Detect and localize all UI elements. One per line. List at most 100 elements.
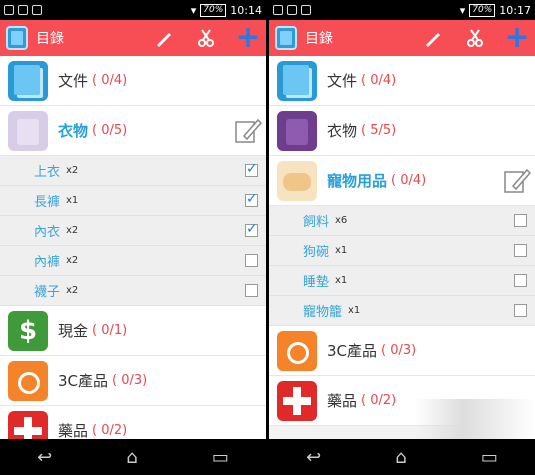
- category-count: ( 0/2): [92, 423, 128, 438]
- item-checkbox[interactable]: [245, 161, 258, 177]
- battery-icon: 70%: [469, 3, 496, 17]
- category-documents[interactable]: 文件 ( 0/4): [269, 56, 535, 106]
- category-count: ( 0/3): [381, 343, 417, 358]
- status-bar: ▾ 70% 10:17: [269, 0, 535, 20]
- category-count: ( 5/5): [361, 123, 397, 138]
- status-time: 10:14: [230, 3, 262, 17]
- home-icon[interactable]: ⌂: [395, 447, 406, 468]
- left-screen: ▾70%10:14 目錄 + 文件 ( 0/4) 衣物 ( 0/5) 上衣: [0, 0, 266, 475]
- battery-icon: 70%: [200, 3, 227, 17]
- pencil-icon[interactable]: [152, 26, 176, 50]
- documents-icon: [277, 60, 317, 101]
- list-item[interactable]: 飼料 x6: [269, 206, 535, 236]
- category-name: 文件: [58, 72, 89, 90]
- item-checkbox[interactable]: [514, 214, 527, 227]
- recents-icon[interactable]: ▭: [481, 447, 498, 468]
- screenshot-pair: ▾70%10:14 目錄 + 文件 ( 0/4) 衣物 ( 0/5) 上衣: [0, 0, 535, 475]
- home-icon[interactable]: ⌂: [126, 447, 137, 468]
- toolbar-title: 目錄: [305, 31, 333, 47]
- category-name: 衣物: [327, 122, 358, 140]
- edit-icon[interactable]: [503, 166, 531, 196]
- alarm-icon: [287, 5, 297, 15]
- category-count: ( 0/4): [92, 73, 128, 88]
- list-item[interactable]: 睡墊 x1: [269, 266, 535, 296]
- category-count: ( 0/5): [92, 123, 128, 138]
- list-item[interactable]: 內衣 x2: [0, 216, 266, 246]
- list-item[interactable]: 上衣 x2: [0, 156, 266, 186]
- list-item[interactable]: 襪子 x2: [0, 276, 266, 306]
- item-qty: x2: [66, 165, 79, 176]
- category-count: ( 0/4): [361, 73, 397, 88]
- blurred-overlay: [415, 399, 535, 439]
- edit-icon[interactable]: [234, 116, 262, 146]
- item-qty: x2: [66, 225, 79, 236]
- nav-bar: ↩ ⌂ ▭: [269, 439, 535, 475]
- medicine-icon: [277, 380, 317, 421]
- image-icon: [32, 5, 42, 15]
- recents-icon[interactable]: ▭: [212, 447, 229, 468]
- pet-food-icon: [277, 160, 317, 201]
- image-icon: [301, 5, 311, 15]
- category-cash[interactable]: 現金 ( 0/1): [0, 306, 266, 356]
- status-time: 10:17: [499, 3, 531, 17]
- item-checkbox[interactable]: [514, 304, 527, 317]
- item-checkbox[interactable]: [245, 221, 258, 237]
- item-checkbox[interactable]: [514, 244, 527, 257]
- item-name: 睡墊: [303, 275, 330, 290]
- documents-icon: [8, 60, 48, 101]
- list-item[interactable]: 寵物籠 x1: [269, 296, 535, 326]
- category-name: 3C產品: [58, 372, 109, 390]
- item-name: 飼料: [303, 215, 330, 230]
- app-icon[interactable]: [275, 26, 297, 50]
- wifi-icon: ▾: [190, 3, 197, 17]
- item-qty: x1: [335, 245, 348, 256]
- pencil-icon[interactable]: [421, 26, 445, 50]
- app-icon[interactable]: [6, 26, 28, 50]
- category-clothes[interactable]: 衣物 ( 0/5): [0, 106, 266, 156]
- plus-icon[interactable]: +: [504, 23, 529, 53]
- item-qty: x1: [335, 275, 348, 286]
- list-item[interactable]: 長褲 x1: [0, 186, 266, 216]
- alarm-icon: [18, 5, 28, 15]
- item-qty: x6: [335, 215, 348, 226]
- item-qty: x1: [348, 305, 361, 316]
- category-3c[interactable]: 3C產品 ( 0/3): [0, 356, 266, 406]
- status-bar: ▾ 70% 10:14: [0, 0, 266, 20]
- item-checkbox[interactable]: [245, 191, 258, 207]
- money-icon: [8, 310, 48, 351]
- item-checkbox[interactable]: [245, 254, 258, 267]
- category-name: 文件: [327, 72, 358, 90]
- category-documents[interactable]: 文件 ( 0/4): [0, 56, 266, 106]
- category-count: ( 0/2): [361, 393, 397, 408]
- item-checkbox[interactable]: [514, 274, 527, 287]
- list-item[interactable]: 內褲 x2: [0, 246, 266, 276]
- camera-icon: [8, 360, 48, 401]
- item-name: 內衣: [34, 225, 61, 240]
- shirt-icon: [8, 110, 48, 151]
- item-name: 內褲: [34, 255, 61, 270]
- item-name: 上衣: [34, 165, 61, 180]
- category-clothes[interactable]: 衣物 ( 5/5): [269, 106, 535, 156]
- category-pet-supplies[interactable]: 寵物用品 ( 0/4): [269, 156, 535, 206]
- category-name: 衣物: [58, 122, 89, 140]
- category-count: ( 0/4): [391, 173, 427, 188]
- category-name: 藥品: [327, 392, 358, 410]
- item-qty: x1: [66, 195, 79, 206]
- category-3c[interactable]: 3C產品 ( 0/3): [269, 326, 535, 376]
- category-name: 3C產品: [327, 342, 378, 360]
- back-icon[interactable]: ↩: [37, 447, 52, 468]
- item-checkbox[interactable]: [245, 284, 258, 297]
- plus-icon[interactable]: +: [235, 23, 260, 53]
- category-name: 寵物用品: [327, 172, 388, 190]
- scissors-icon[interactable]: [463, 26, 487, 50]
- back-icon[interactable]: ↩: [306, 447, 321, 468]
- item-name: 襪子: [34, 285, 61, 300]
- list-item[interactable]: 狗碗 x1: [269, 236, 535, 266]
- item-qty: x2: [66, 285, 79, 296]
- right-screen: ▾ 70% 10:17 目錄 + 文件 ( 0/4) 衣物 ( 5/5) 寵物用品: [269, 0, 535, 475]
- scissors-icon[interactable]: [194, 26, 218, 50]
- app-toolbar: 目錄 +: [0, 20, 266, 56]
- category-name: 藥品: [58, 422, 89, 440]
- category-count: ( 0/3): [112, 373, 148, 388]
- nav-bar: ↩ ⌂ ▭: [0, 439, 266, 475]
